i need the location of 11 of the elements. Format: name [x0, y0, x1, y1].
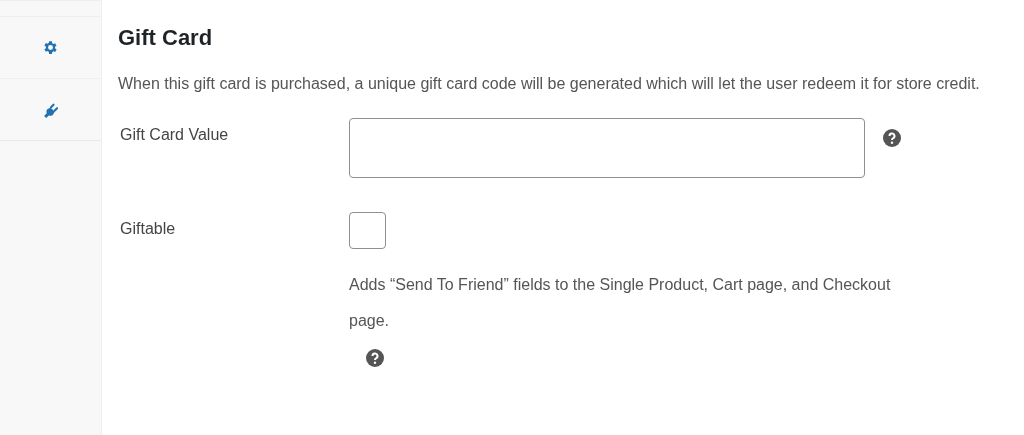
plug-icon [42, 101, 59, 118]
section-title: Gift Card [118, 24, 214, 52]
help-icon[interactable] [883, 129, 901, 147]
field-description: Adds “Send To Friend” fields to the Single Product, Cart page, and Checkout page. [349, 275, 892, 331]
field-label: Giftable [119, 219, 177, 238]
gear-icon [42, 39, 59, 56]
help-icon[interactable] [366, 349, 384, 367]
section-description: When this gift card is purchased, a unique gift card code will be generated which will let the user redeem it for store credit. [118, 74, 981, 94]
input-field[interactable] [349, 118, 865, 178]
checkbox[interactable] [349, 212, 386, 249]
field-label: Gift Card Value [119, 125, 230, 144]
